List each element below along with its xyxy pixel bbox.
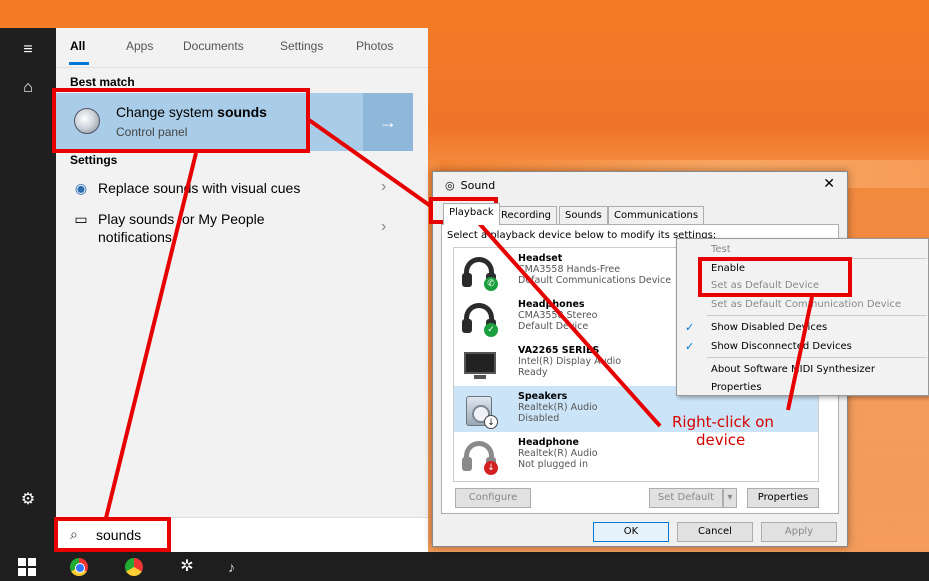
- menu-item-show-disabled[interactable]: Show Disabled Devices: [711, 322, 827, 333]
- set-default-dropdown[interactable]: ▾: [723, 488, 737, 508]
- visual-cues-icon: ◉: [74, 180, 88, 196]
- settings-label: Settings: [70, 153, 118, 167]
- menu-item-test[interactable]: Test: [711, 244, 731, 255]
- ok-button[interactable]: OK: [593, 522, 669, 542]
- properties-button[interactable]: Properties: [747, 488, 819, 508]
- chevron-right-icon[interactable]: ›: [381, 218, 386, 236]
- windows-logo-icon[interactable]: [18, 558, 36, 576]
- highlight-enable-option: [698, 257, 852, 297]
- menu-item-about-midi[interactable]: About Software MIDI Synthesizer: [711, 364, 875, 375]
- settings-gear-icon[interactable]: ⚙: [18, 490, 38, 510]
- best-match-label: Best match: [70, 75, 135, 89]
- headphones-icon: ↓: [462, 439, 498, 475]
- down-arrow-icon: ↓: [484, 461, 498, 475]
- tab-communications[interactable]: Communications: [608, 206, 705, 224]
- tab-settings[interactable]: Settings: [280, 39, 323, 53]
- tab-recording[interactable]: Recording: [495, 206, 558, 224]
- close-icon[interactable]: ✕: [823, 176, 835, 192]
- open-arrow-button[interactable]: →: [363, 93, 413, 151]
- tab-documents[interactable]: Documents: [183, 39, 244, 53]
- menu-separator: [707, 315, 927, 316]
- start-rail: ≡ ⌂ ⚙: [0, 28, 56, 552]
- down-arrow-icon: ↓: [484, 415, 498, 429]
- tab-playback[interactable]: Playback: [443, 203, 500, 225]
- settings-item-visual-cues[interactable]: ◉ Replace sounds with visual cues: [70, 180, 300, 197]
- menu-item-set-default-comm[interactable]: Set as Default Communication Device: [711, 299, 901, 310]
- highlight-search-box: [54, 517, 171, 552]
- sound-icon[interactable]: ♪: [228, 558, 246, 576]
- tab-sounds[interactable]: Sounds: [559, 206, 608, 224]
- settings-item-my-people[interactable]: ▭ Play sounds for My People notifications: [70, 210, 290, 246]
- configure-button[interactable]: Configure: [455, 488, 531, 508]
- sound-icon: ◎: [445, 179, 455, 192]
- monitor-icon: ▭: [74, 211, 88, 227]
- menu-item-show-disconnected[interactable]: Show Disconnected Devices: [711, 341, 852, 352]
- monitor-icon: [462, 347, 496, 381]
- checkmark-icon: ✓: [685, 321, 695, 334]
- hamburger-icon[interactable]: ≡: [18, 40, 38, 60]
- check-icon: ✓: [484, 323, 498, 337]
- chrome-icon[interactable]: [70, 558, 88, 576]
- cancel-button[interactable]: Cancel: [677, 522, 753, 542]
- set-default-button[interactable]: Set Default: [649, 488, 723, 508]
- phone-icon: ✆: [484, 277, 498, 291]
- speaker-icon: ↓: [462, 393, 498, 429]
- home-icon[interactable]: ⌂: [18, 78, 38, 98]
- active-tab-indicator: [69, 62, 89, 65]
- chevron-right-icon[interactable]: ›: [381, 178, 386, 196]
- tab-all[interactable]: All: [70, 39, 85, 53]
- dialog-title: ◎ Sound: [445, 179, 496, 192]
- settings-icon[interactable]: ✲: [178, 558, 196, 576]
- apply-button[interactable]: Apply: [761, 522, 837, 542]
- tab-apps[interactable]: Apps: [126, 39, 153, 53]
- annotation-callout: Right-click on device: [672, 413, 774, 449]
- chrome-profile-icon[interactable]: [125, 558, 143, 576]
- menu-separator: [707, 357, 927, 358]
- taskbar: ✲ ♪: [0, 552, 929, 581]
- headset-icon: ✆: [462, 255, 498, 291]
- checkmark-icon: ✓: [685, 340, 695, 353]
- menu-item-properties[interactable]: Properties: [711, 382, 762, 393]
- tab-photos[interactable]: Photos: [356, 39, 393, 53]
- search-tabs: All Apps Documents Settings Photos: [56, 28, 428, 68]
- headphones-icon: ✓: [462, 301, 498, 337]
- highlight-best-match: [52, 88, 310, 153]
